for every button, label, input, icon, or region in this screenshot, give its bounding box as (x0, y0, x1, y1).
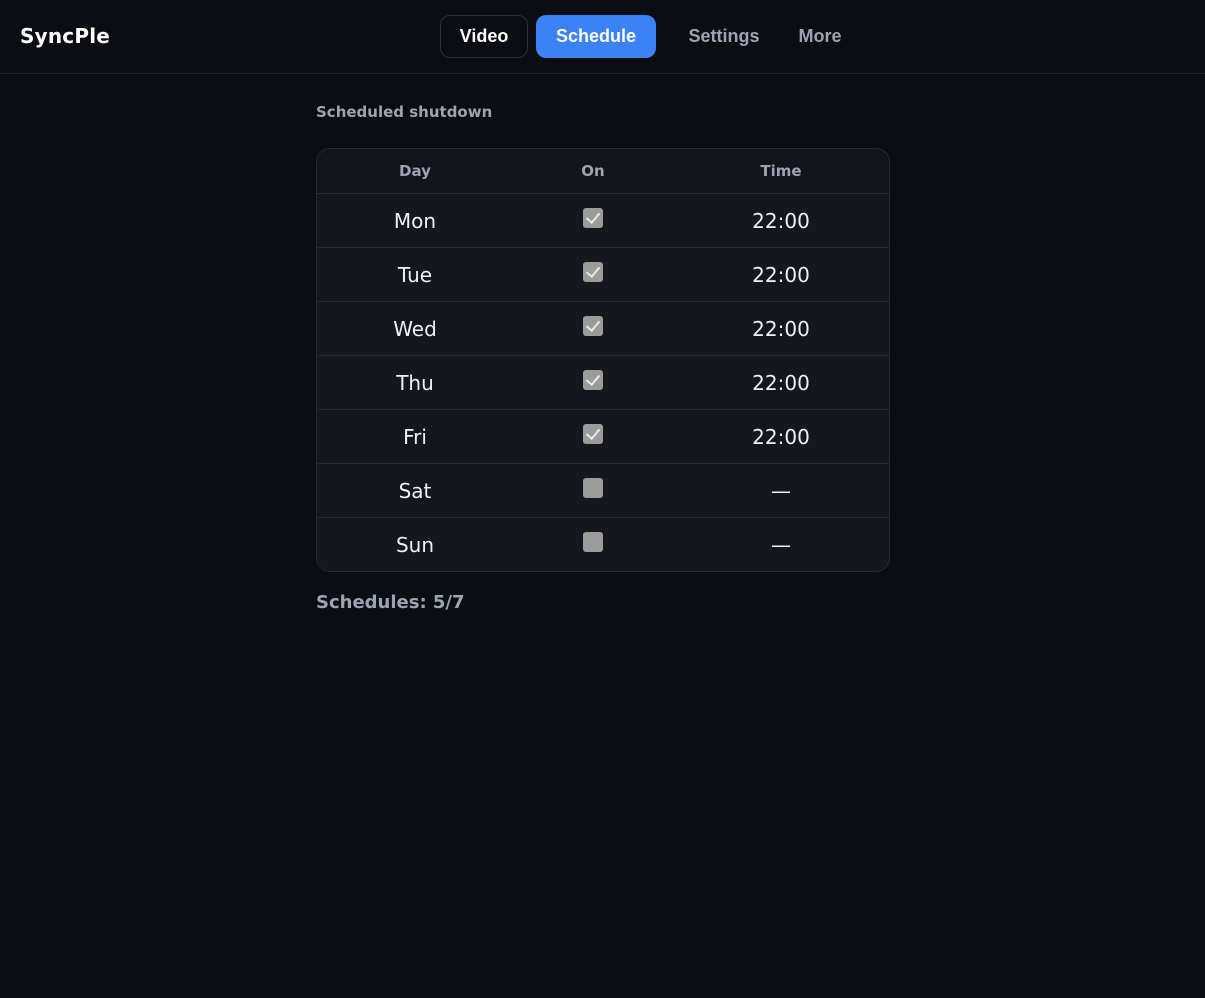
table-row: Sun — (317, 518, 889, 571)
tab-more[interactable]: More (776, 15, 864, 58)
day-cell: Mon (393, 208, 437, 233)
on-cell (513, 207, 673, 231)
enabled-checkbox[interactable] (583, 315, 603, 336)
tab-schedule[interactable]: Schedule (536, 15, 656, 58)
day-cell: Wed (393, 316, 437, 341)
top-bar: SyncPle Video Schedule Settings More (0, 0, 1205, 74)
day-cell: Thu (396, 370, 434, 395)
day-cell: Sat (398, 478, 432, 503)
time-cell[interactable]: 22:00 (673, 317, 889, 341)
on-cell (513, 477, 673, 501)
on-cell (513, 423, 673, 447)
enabled-checkbox[interactable] (583, 477, 603, 498)
table-row: Tue 22:00 (317, 248, 889, 302)
column-header-day: Day (399, 162, 431, 180)
enabled-checkbox[interactable] (583, 423, 603, 444)
column-header-time: Time (760, 162, 802, 180)
time-cell[interactable]: — (673, 533, 889, 557)
on-cell (513, 315, 673, 339)
table-row: Sat — (317, 464, 889, 518)
column-header-on: On (581, 162, 605, 180)
table-row: Wed 22:00 (317, 302, 889, 356)
section-title: Scheduled shutdown (316, 103, 493, 121)
table-row: Thu 22:00 (317, 356, 889, 410)
table-row: Mon 22:00 (317, 194, 889, 248)
enabled-checkbox[interactable] (583, 261, 603, 282)
table-header: Day On Time (317, 149, 889, 194)
day-cell: Fri (403, 424, 427, 449)
schedule-count: Schedules: 5/7 (316, 592, 465, 613)
table-row: Fri 22:00 (317, 410, 889, 464)
time-cell[interactable]: 22:00 (673, 371, 889, 395)
enabled-checkbox[interactable] (583, 369, 603, 390)
time-cell[interactable]: 22:00 (673, 425, 889, 449)
time-cell[interactable]: — (673, 479, 889, 503)
on-cell (513, 531, 673, 555)
enabled-checkbox[interactable] (583, 207, 603, 228)
enabled-checkbox[interactable] (583, 531, 603, 552)
time-cell[interactable]: 22:00 (673, 209, 889, 233)
day-cell: Tue (397, 262, 433, 287)
tab-settings[interactable]: Settings (664, 15, 784, 58)
on-cell (513, 369, 673, 393)
app-title: SyncPle (20, 24, 111, 48)
time-cell[interactable]: 22:00 (673, 263, 889, 287)
on-cell (513, 261, 673, 285)
day-cell: Sun (395, 532, 435, 557)
tab-bar: Video Schedule Settings More (440, 15, 864, 58)
schedule-table: Day On Time Mon 22:00 Tue 22:00 Wed 22:0… (316, 148, 890, 572)
tab-video[interactable]: Video (440, 15, 528, 58)
